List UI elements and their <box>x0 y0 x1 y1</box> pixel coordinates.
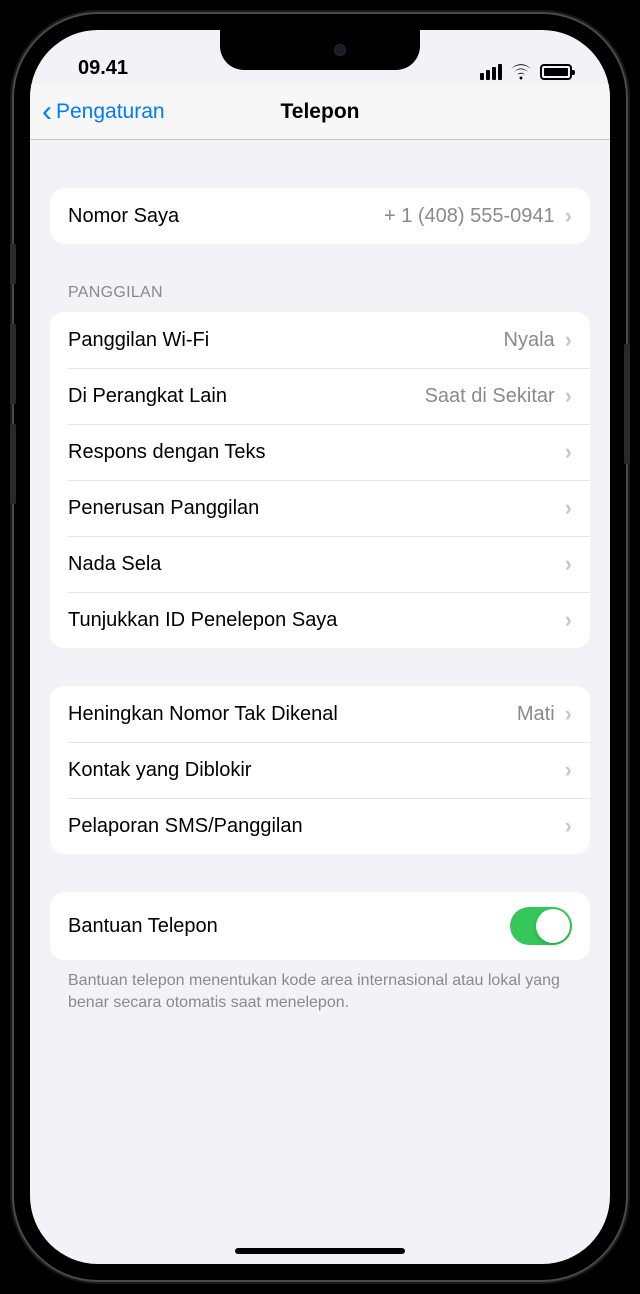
chevron-right-icon: › <box>565 701 572 727</box>
dial-assist-group: Bantuan Telepon Bantuan telepon menentuk… <box>50 892 590 1013</box>
respond-with-text-row[interactable]: Respons dengan Teks › <box>50 424 590 480</box>
chevron-right-icon: › <box>565 439 572 465</box>
row-value: Saat di Sekitar <box>425 385 555 408</box>
row-label: Pelaporan SMS/Panggilan <box>68 815 565 838</box>
row-value: Mati <box>517 703 555 726</box>
camera-icon <box>334 44 346 56</box>
calls-group: PANGGILAN Panggilan Wi-Fi Nyala › Di Per… <box>50 284 590 648</box>
silence-group: Heningkan Nomor Tak Dikenal Mati › Konta… <box>50 686 590 854</box>
chevron-right-icon: › <box>565 813 572 839</box>
row-label: Di Perangkat Lain <box>68 385 425 408</box>
chevron-right-icon: › <box>565 495 572 521</box>
my-number-row[interactable]: Nomor Saya + 1 (408) 555-0941 › <box>50 188 590 244</box>
other-devices-row[interactable]: Di Perangkat Lain Saat di Sekitar › <box>50 368 590 424</box>
my-number-group: Nomor Saya + 1 (408) 555-0941 › <box>50 188 590 244</box>
notch <box>220 30 420 70</box>
call-forwarding-row[interactable]: Penerusan Panggilan › <box>50 480 590 536</box>
chevron-left-icon: ‹ <box>42 97 52 127</box>
chevron-right-icon: › <box>565 551 572 577</box>
status-right <box>480 64 572 80</box>
silence-unknown-row[interactable]: Heningkan Nomor Tak Dikenal Mati › <box>50 686 590 742</box>
call-waiting-row[interactable]: Nada Sela › <box>50 536 590 592</box>
page-title: Telepon <box>281 100 360 124</box>
wifi-icon <box>510 64 532 80</box>
chevron-right-icon: › <box>565 383 572 409</box>
my-number-value: + 1 (408) 555-0941 <box>384 205 555 228</box>
row-label: Respons dengan Teks <box>68 441 565 464</box>
back-button[interactable]: ‹ Pengaturan <box>42 97 165 127</box>
my-number-label: Nomor Saya <box>68 205 384 228</box>
navigation-bar: ‹ Pengaturan Telepon <box>30 84 610 140</box>
row-label: Penerusan Panggilan <box>68 497 565 520</box>
blocked-contacts-row[interactable]: Kontak yang Diblokir › <box>50 742 590 798</box>
dial-assist-toggle[interactable] <box>510 907 572 945</box>
chevron-right-icon: › <box>565 327 572 353</box>
battery-icon <box>540 64 572 80</box>
row-value: Nyala <box>504 329 555 352</box>
chevron-right-icon: › <box>565 607 572 633</box>
row-label: Tunjukkan ID Penelepon Saya <box>68 609 565 632</box>
mute-switch <box>10 244 16 284</box>
chevron-right-icon: › <box>565 203 572 229</box>
row-label: Nada Sela <box>68 553 565 576</box>
calls-header: PANGGILAN <box>50 284 590 312</box>
phone-frame: 09.41 ‹ Pengaturan Telepon <box>14 14 626 1280</box>
cellular-signal-icon <box>480 64 502 80</box>
back-label: Pengaturan <box>56 100 165 124</box>
content-area: Nomor Saya + 1 (408) 555-0941 › PANGGILA… <box>30 188 610 1013</box>
wifi-calling-row[interactable]: Panggilan Wi-Fi Nyala › <box>50 312 590 368</box>
screen: 09.41 ‹ Pengaturan Telepon <box>30 30 610 1264</box>
status-time: 09.41 <box>78 57 128 80</box>
dial-assist-label: Bantuan Telepon <box>68 915 510 938</box>
volume-down-button <box>10 424 16 504</box>
volume-up-button <box>10 324 16 404</box>
row-label: Kontak yang Diblokir <box>68 759 565 782</box>
chevron-right-icon: › <box>565 757 572 783</box>
dial-assist-row[interactable]: Bantuan Telepon <box>50 892 590 960</box>
toggle-knob <box>536 909 570 943</box>
row-label: Panggilan Wi-Fi <box>68 329 504 352</box>
dial-assist-footer: Bantuan telepon menentukan kode area int… <box>50 960 590 1013</box>
show-caller-id-row[interactable]: Tunjukkan ID Penelepon Saya › <box>50 592 590 648</box>
home-indicator[interactable] <box>235 1248 405 1254</box>
sms-call-reporting-row[interactable]: Pelaporan SMS/Panggilan › <box>50 798 590 854</box>
row-label: Heningkan Nomor Tak Dikenal <box>68 703 517 726</box>
power-button <box>624 344 630 464</box>
